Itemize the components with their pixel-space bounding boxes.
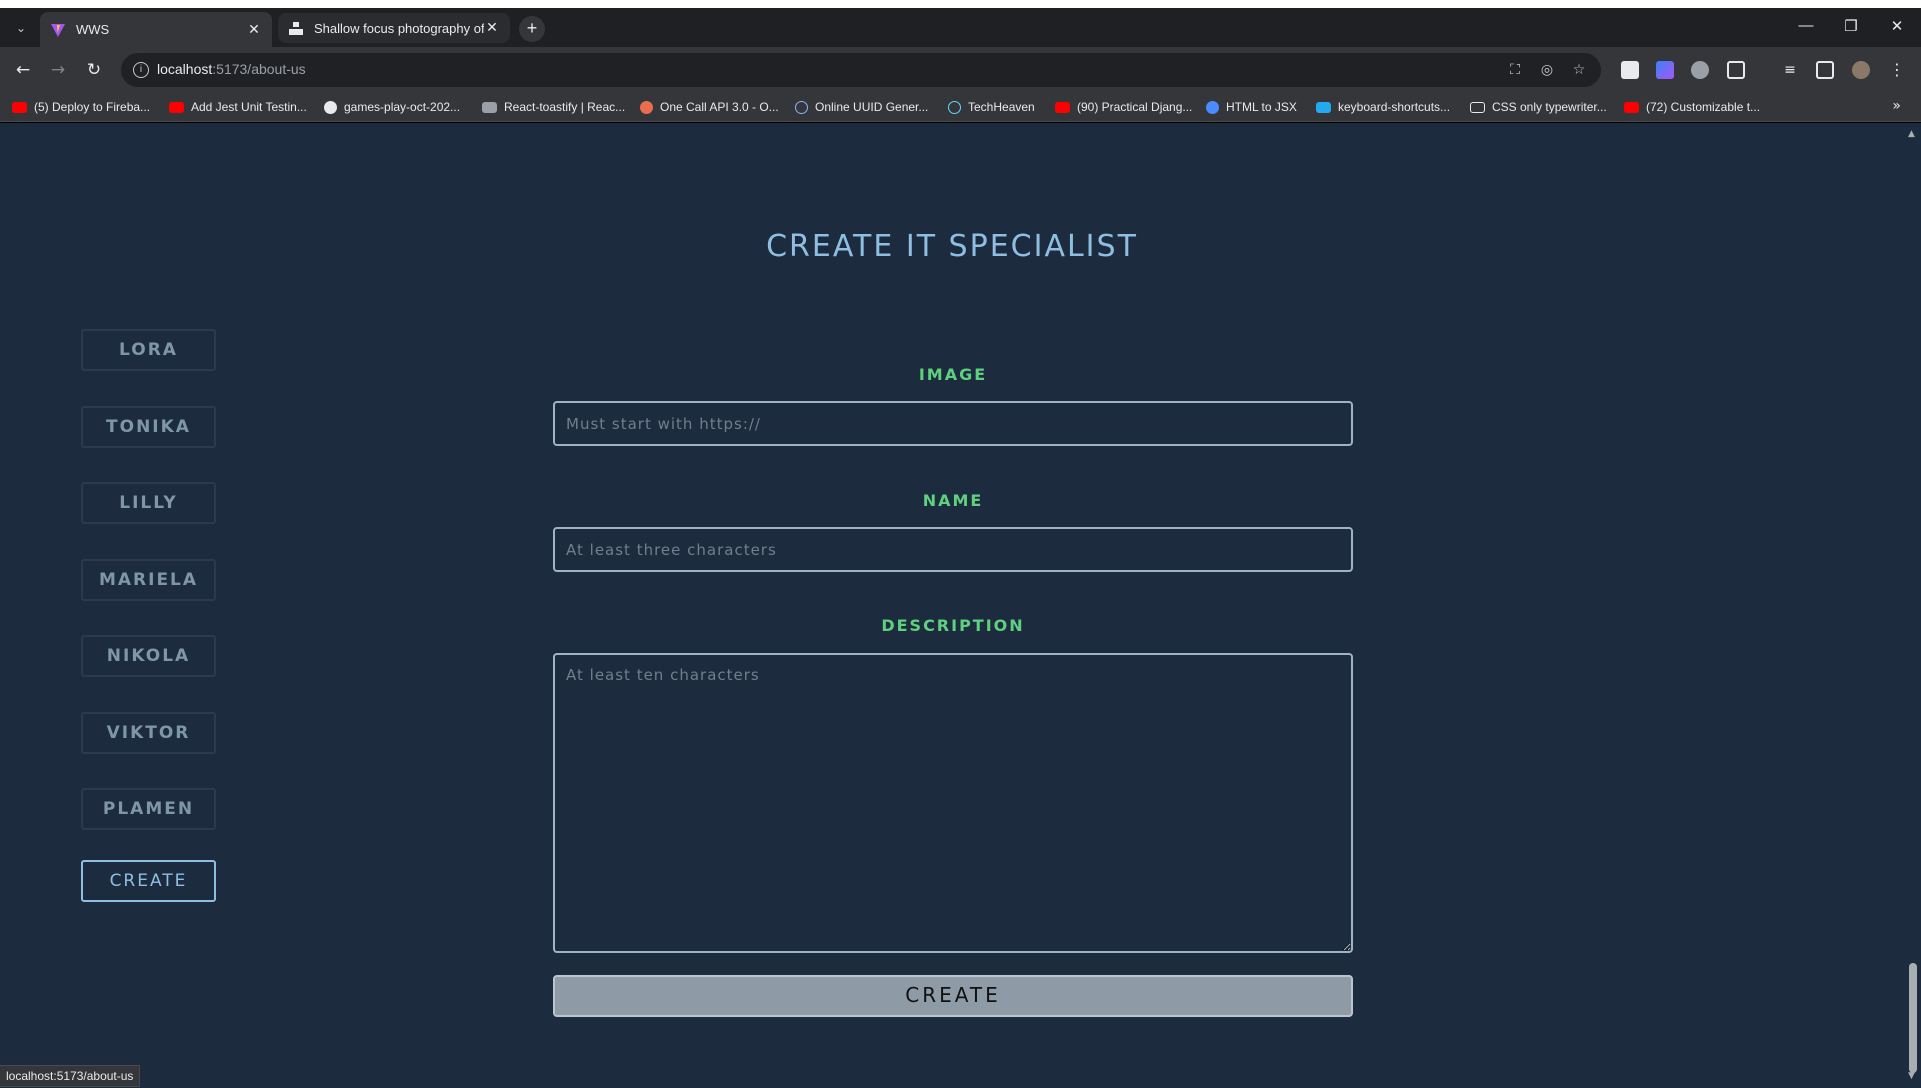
scroll-down-arrow-icon[interactable]: ▼ — [1908, 1071, 1915, 1081]
youtube-icon — [12, 101, 27, 113]
bookmark-item[interactable]: keyboard-shortcuts... — [1316, 99, 1450, 115]
bookmark-item[interactable]: React-toastify | Reac... — [482, 99, 625, 115]
forward-arrow-icon[interactable]: → — [46, 58, 70, 82]
back-arrow-icon[interactable]: ← — [11, 58, 35, 82]
page-content: CREATE IT SPECIALIST LORA TONIKA LILLY M… — [0, 123, 1904, 1088]
tab-title: Shallow focus photography of ... — [314, 20, 484, 36]
status-url-bubble: localhost:5173/about-us — [0, 1065, 141, 1087]
bookmark-star-icon[interactable]: ☆ — [1570, 61, 1588, 79]
name-label: NAME — [922, 491, 984, 510]
create-submit-button[interactable]: CREATE — [553, 975, 1353, 1017]
more-bookmarks-chevron-icon[interactable]: » — [1892, 98, 1901, 114]
bookmark-item[interactable]: HTML to JSX — [1206, 99, 1297, 115]
calendar-extension-icon[interactable] — [1621, 61, 1639, 79]
specialist-button-tonika[interactable]: TONIKA — [81, 406, 216, 448]
bookmark-item[interactable]: Online UUID Gener... — [795, 99, 928, 115]
youtube-icon — [1624, 101, 1639, 113]
kebab-menu-icon[interactable]: ⋮ — [1888, 61, 1906, 79]
new-tab-plus-icon[interactable]: + — [519, 16, 545, 42]
bookmark-label: keyboard-shortcuts... — [1338, 100, 1451, 114]
url-host: localhost — [157, 61, 213, 77]
openweather-icon — [640, 100, 653, 114]
translate-icon[interactable]: ⛶ — [1506, 61, 1524, 79]
description-textarea[interactable] — [553, 653, 1353, 953]
scroll-up-arrow-icon[interactable]: ▲ — [1908, 129, 1915, 139]
bookmark-label: (90) Practical Djang... — [1077, 100, 1193, 114]
tab-search-chevron-icon[interactable]: ⌄ — [12, 19, 30, 37]
tab-title: WWS — [76, 22, 110, 37]
vite-logo-icon — [51, 23, 65, 37]
bookmark-label: CSS only typewriter... — [1492, 100, 1607, 114]
bookmark-item[interactable]: (5) Deploy to Fireba... — [12, 99, 150, 115]
bookmark-label: One Call API 3.0 - O... — [660, 100, 779, 114]
bookmark-item[interactable]: CSS only typewriter... — [1470, 99, 1607, 115]
bookmark-label: HTML to JSX — [1226, 100, 1297, 114]
image-label: IMAGE — [918, 365, 988, 384]
name-input[interactable] — [553, 527, 1353, 572]
bookmark-label: (5) Deploy to Fireba... — [34, 100, 151, 114]
url-path: :5173/about-us — [212, 61, 306, 77]
bookmark-item[interactable]: (72) Customizable t... — [1624, 99, 1760, 115]
toast-icon — [482, 101, 497, 113]
specialist-button-mariela[interactable]: MARIELA — [81, 559, 216, 601]
tab-strip: ⌄ WWS ✕ Shallow focus photography of ...… — [0, 0, 1921, 47]
specialist-button-nikola[interactable]: NIKOLA — [81, 635, 216, 677]
specialist-button-lilly[interactable]: LILLY — [81, 482, 216, 524]
codepen-icon — [1470, 101, 1485, 113]
tab-close-icon[interactable]: ✕ — [484, 20, 500, 36]
grammarly-extension-icon[interactable] — [1691, 61, 1709, 79]
page-title: CREATE IT SPECIALIST — [766, 229, 1138, 264]
address-url: localhost:5173/about-us — [157, 61, 306, 77]
bookmark-label: TechHeaven — [968, 100, 1035, 114]
image-url-input[interactable] — [553, 401, 1353, 446]
bookmark-label: React-toastify | Reac... — [504, 100, 626, 114]
description-label: DESCRIPTION — [881, 616, 1025, 635]
tab-unsplash[interactable]: Shallow focus photography of ... ✕ — [278, 13, 510, 43]
sidebar-create-button[interactable]: CREATE — [81, 860, 216, 902]
bookmark-label: Online UUID Gener... — [815, 100, 929, 114]
scrollbar-thumb[interactable] — [1909, 963, 1917, 1073]
vscode-icon — [1316, 101, 1331, 113]
tab-close-icon[interactable]: ✕ — [246, 22, 262, 38]
youtube-icon — [1055, 101, 1070, 113]
close-window-icon[interactable]: ✕ — [1887, 17, 1907, 35]
minimize-icon[interactable]: — — [1796, 17, 1816, 34]
bookmark-label: games-play-oct-202... — [344, 100, 461, 114]
specialist-button-plamen[interactable]: PLAMEN — [81, 788, 216, 830]
reload-icon[interactable]: ↻ — [82, 58, 106, 82]
tab-wws[interactable]: WWS ✕ — [40, 12, 272, 47]
puzzle-extensions-icon[interactable] — [1727, 61, 1745, 79]
globe-icon — [795, 100, 808, 114]
bookmark-label: Add Jest Unit Testin... — [191, 100, 307, 114]
youtube-icon — [169, 101, 184, 113]
github-icon — [324, 100, 337, 114]
profile-avatar-icon[interactable] — [1852, 61, 1870, 79]
media-control-icon[interactable]: ≡ — [1781, 61, 1799, 79]
eye-slash-icon[interactable]: ◎ — [1538, 61, 1556, 79]
browser-toolbar: ← → ↻ i localhost:5173/about-us ⛶ ◎ ☆ ≡ … — [0, 47, 1921, 92]
bookmarks-bar: (5) Deploy to Fireba... Add Jest Unit Te… — [0, 92, 1921, 122]
grid-extension-icon[interactable] — [1656, 61, 1674, 79]
react-icon — [948, 100, 961, 114]
bookmark-item[interactable]: games-play-oct-202... — [324, 99, 460, 115]
unsplash-logo-icon — [289, 22, 303, 35]
bookmark-item[interactable]: (90) Practical Djang... — [1055, 99, 1192, 115]
address-bar[interactable]: i localhost:5173/about-us ⛶ ◎ ☆ — [121, 53, 1601, 87]
specialist-button-lora[interactable]: LORA — [81, 329, 216, 371]
page-scrollbar[interactable]: ▲ ▼ — [1904, 123, 1921, 1088]
site-info-icon[interactable]: i — [133, 62, 149, 78]
bookmark-label: (72) Customizable t... — [1646, 100, 1761, 114]
bookmark-item[interactable]: TechHeaven — [948, 99, 1035, 115]
bookmark-item[interactable]: One Call API 3.0 - O... — [640, 99, 779, 115]
window-top-edge — [0, 0, 1921, 8]
restore-icon[interactable]: ❐ — [1841, 17, 1861, 35]
side-panel-icon[interactable] — [1816, 61, 1834, 79]
specialist-button-viktor[interactable]: VIKTOR — [81, 712, 216, 754]
transform-icon — [1206, 100, 1219, 114]
bookmark-item[interactable]: Add Jest Unit Testin... — [169, 99, 307, 115]
